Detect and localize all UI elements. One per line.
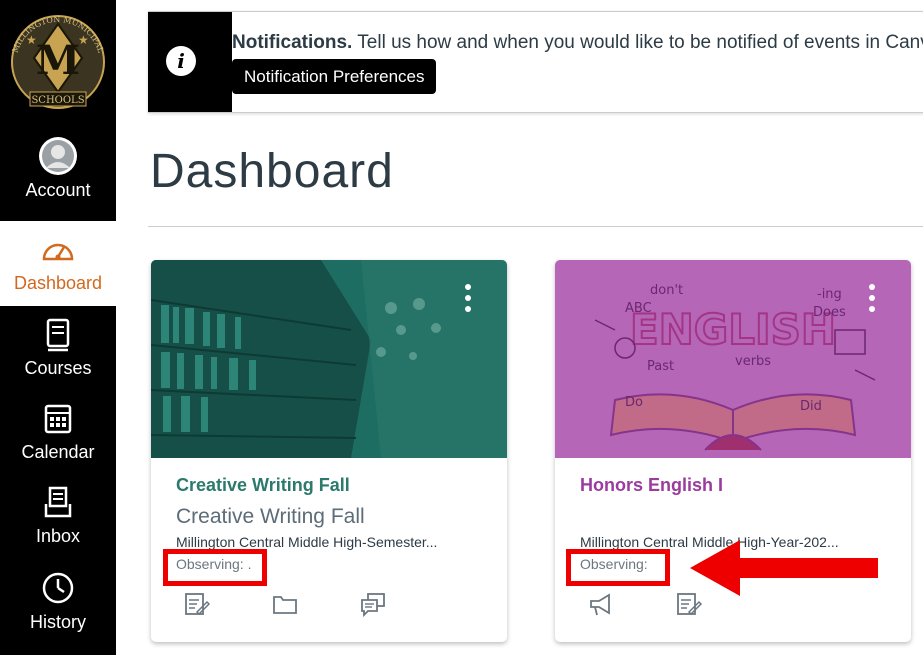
- inbox-icon: [44, 486, 72, 518]
- nav-courses[interactable]: Courses: [0, 306, 116, 390]
- nav-history-label: History: [29, 612, 86, 632]
- school-logo-emblem: MILLINGTON MUNICIPAL M ★ ★ SCHOOLS: [11, 15, 106, 109]
- observing-highlight-box: [566, 549, 670, 586]
- header-divider: [148, 226, 923, 227]
- avatar-icon: [39, 137, 77, 175]
- notification-preferences-button[interactable]: Notification Preferences: [232, 59, 437, 94]
- svg-text:★: ★: [78, 33, 89, 47]
- history-icon: [42, 572, 74, 604]
- dashboard-icon: [42, 243, 74, 261]
- nav-calendar[interactable]: Calendar: [0, 390, 116, 474]
- course-card-subtitle: Creative Writing Fall: [176, 505, 365, 528]
- nav-dashboard[interactable]: Dashboard: [0, 221, 116, 306]
- global-nav: MILLINGTON MUNICIPAL M ★ ★ SCHOOLS Accou…: [0, 0, 116, 665]
- nav-calendar-label: Calendar: [21, 442, 95, 462]
- info-icon: i: [166, 46, 196, 76]
- red-arrow-annotation: [690, 540, 878, 596]
- notification-message: Tell us how and when you would like to b…: [357, 32, 923, 53]
- announcements-icon[interactable]: [587, 590, 615, 618]
- assignments-icon[interactable]: [183, 590, 211, 618]
- page-title: Dashboard: [150, 145, 394, 198]
- notification-text: Notifications. Tell us how and when you …: [232, 32, 923, 54]
- card-options-menu[interactable]: [869, 284, 877, 320]
- card-options-menu[interactable]: [465, 284, 473, 320]
- notification-banner: i Notifications. Tell us how and when yo…: [148, 11, 923, 113]
- svg-text:★: ★: [26, 33, 37, 47]
- nav-more-icon[interactable]: [38, 648, 78, 665]
- course-card-image[interactable]: [151, 260, 507, 458]
- school-logo[interactable]: MILLINGTON MUNICIPAL M ★ ★ SCHOOLS: [0, 0, 116, 121]
- logo-letter: M: [36, 37, 80, 84]
- nav-history[interactable]: History: [0, 560, 116, 644]
- course-card-term: Millington Central Middle High-Semester.…: [176, 534, 438, 550]
- course-card-link[interactable]: Honors English I: [580, 475, 723, 496]
- nav-account[interactable]: Account: [0, 128, 116, 212]
- english-book-image: ENGLISH ABC don't Does -ing Past verbs D…: [555, 260, 911, 458]
- nav-inbox[interactable]: Inbox: [0, 474, 116, 558]
- calendar-icon: [44, 404, 72, 434]
- course-card-link[interactable]: Creative Writing Fall: [176, 475, 350, 496]
- notification-strip: i: [148, 12, 232, 112]
- nav-account-label: Account: [25, 180, 91, 200]
- files-icon[interactable]: [271, 590, 299, 618]
- course-card-image[interactable]: ENGLISH ABC don't Does -ing Past verbs D…: [555, 260, 911, 458]
- discussions-icon[interactable]: [359, 590, 387, 618]
- nav-courses-label: Courses: [24, 358, 92, 378]
- library-image: [151, 260, 507, 458]
- nav-inbox-label: Inbox: [35, 526, 81, 546]
- logo-text-bottom: SCHOOLS: [31, 95, 84, 106]
- courses-icon: [46, 318, 70, 352]
- nav-dashboard-label: Dashboard: [13, 273, 103, 293]
- observing-highlight-box: [163, 549, 267, 586]
- notification-title: Notifications.: [232, 32, 353, 53]
